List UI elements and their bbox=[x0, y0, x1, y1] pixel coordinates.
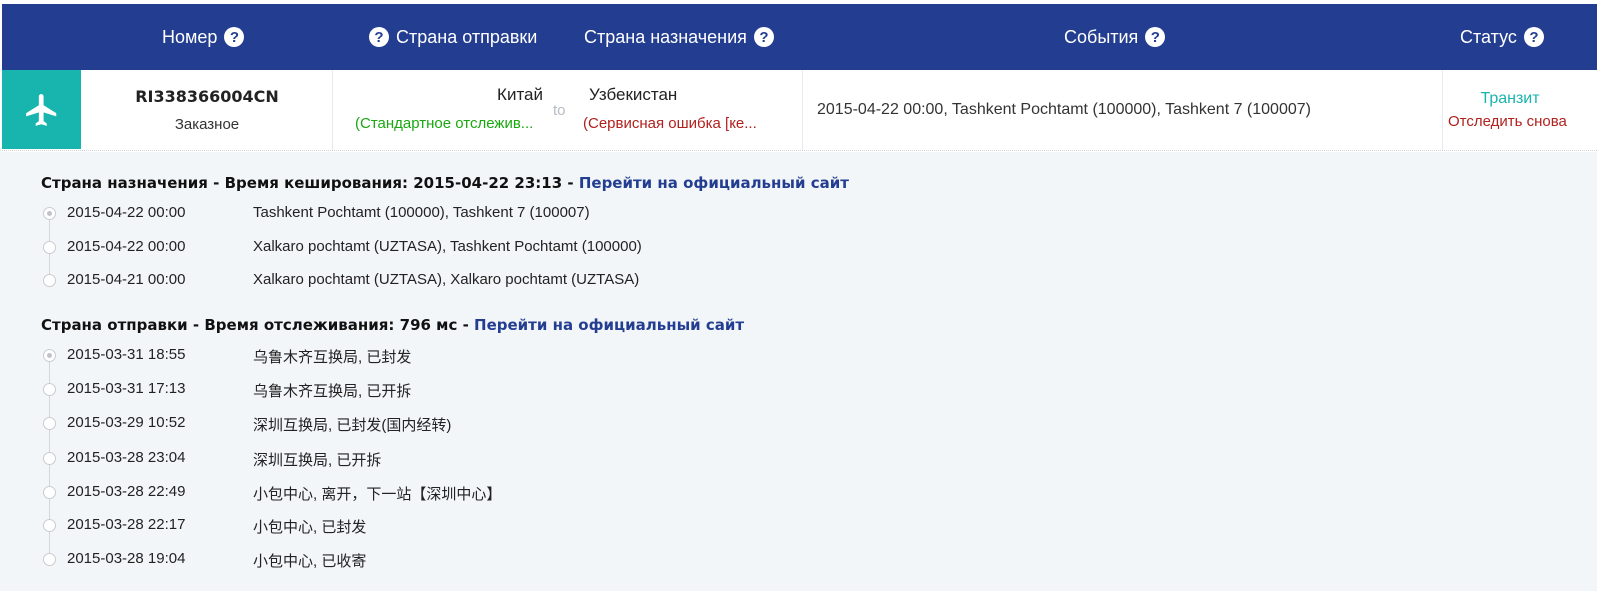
header-events: События ? bbox=[1064, 4, 1166, 70]
help-icon[interactable]: ? bbox=[224, 27, 245, 47]
header-origin-label: Страна отправки bbox=[396, 26, 538, 47]
official-site-link[interactable]: Перейти на официальный сайт bbox=[579, 174, 849, 192]
origin-section-title: Страна отправки - Время отслеживания: 79… bbox=[41, 316, 745, 334]
timeline-dot-icon bbox=[43, 486, 56, 499]
event-description: 乌鲁木齐互换局, 已封发 bbox=[253, 349, 412, 366]
destination-section-label: Страна назначения bbox=[41, 174, 208, 192]
retrack-link[interactable]: Отследить снова bbox=[1448, 113, 1567, 130]
table-header: Номер ? ? Страна отправки Страна назначе… bbox=[2, 4, 1597, 70]
origin-tracking-note[interactable]: (Стандартное отслежив... bbox=[355, 115, 533, 132]
header-status-label: Статус bbox=[1460, 26, 1517, 47]
status-badge: Транзит bbox=[1480, 90, 1540, 107]
header-number: Номер ? bbox=[162, 4, 245, 70]
timeline-dot-icon bbox=[43, 519, 56, 532]
tracking-number[interactable]: RI338366004CN bbox=[82, 87, 332, 106]
event-time: 2015-04-21 00:00 bbox=[67, 271, 186, 288]
header-events-label: События bbox=[1064, 26, 1139, 47]
timeline-dot-icon bbox=[43, 417, 56, 430]
event-description: 小包中心, 已收寄 bbox=[253, 553, 367, 570]
origin-section-label: Страна отправки bbox=[41, 316, 188, 334]
event-description: Xalkaro pochtamt (UZTASA), Tashkent Poch… bbox=[253, 238, 642, 255]
event-description: Tashkent Pochtamt (100000), Tashkent 7 (… bbox=[253, 204, 590, 221]
header-destination: Страна назначения ? bbox=[584, 4, 774, 70]
timeline-dot-icon bbox=[43, 452, 56, 465]
event-description: 深圳互换局, 已开拆 bbox=[253, 452, 382, 469]
destination-country: Узбекистан bbox=[589, 85, 678, 104]
help-icon[interactable]: ? bbox=[1145, 27, 1166, 47]
timeline-dot-icon bbox=[43, 207, 56, 220]
event-time: 2015-04-22 00:00 bbox=[67, 204, 186, 221]
event-description: 乌鲁木齐互换局, 已开拆 bbox=[253, 383, 412, 400]
help-icon[interactable]: ? bbox=[1523, 27, 1544, 47]
parcel-type: Заказное bbox=[174, 116, 240, 133]
destination-section-title: Страна назначения - Время кеширования: 2… bbox=[41, 174, 849, 192]
event-description: Xalkaro pochtamt (UZTASA), Xalkaro pocht… bbox=[253, 271, 640, 288]
header-origin: ? Страна отправки bbox=[369, 4, 537, 70]
header-status: Статус ? bbox=[1460, 4, 1544, 70]
event-description: 深圳互换局, 已封发(国内经转) bbox=[253, 417, 452, 434]
timeline-dot-icon bbox=[43, 349, 56, 362]
event-description: 小包中心, 离开，下一站【深圳中心】 bbox=[253, 486, 502, 503]
latest-event: 2015-04-22 00:00, Tashkent Pochtamt (100… bbox=[817, 101, 1311, 118]
header-number-label: Номер bbox=[162, 26, 218, 47]
destination-cell: Узбекистан (Сервисная ошибка [ке... bbox=[580, 70, 802, 150]
timeline-dot-icon bbox=[43, 241, 56, 254]
event-time: 2015-04-22 00:00 bbox=[67, 238, 186, 255]
tracking-cell: RI338366004CN Заказное bbox=[82, 70, 332, 150]
event-description: 小包中心, 已封发 bbox=[253, 519, 367, 536]
header-destination-label: Страна назначения bbox=[584, 26, 747, 47]
origin-country: Китай bbox=[497, 85, 543, 104]
parcel-row[interactable]: RI338366004CN Заказное Китай (Стандартно… bbox=[0, 70, 1597, 151]
cache-time: Время кеширования: 2015-04-22 23:13 bbox=[224, 174, 563, 192]
timeline-dot-icon bbox=[43, 383, 56, 396]
timeline-dot-icon bbox=[43, 274, 56, 287]
tracking-time: Время отслеживания: 796 мс bbox=[204, 316, 458, 334]
help-icon[interactable]: ? bbox=[753, 27, 774, 47]
timeline-dot-icon bbox=[43, 553, 56, 566]
destination-tracking-note[interactable]: (Сервисная ошибка [ке... bbox=[583, 115, 757, 132]
official-site-link[interactable]: Перейти на официальный сайт bbox=[474, 316, 744, 334]
airplane-icon bbox=[25, 93, 56, 126]
event-time: 2015-03-31 17:13 bbox=[67, 380, 186, 397]
event-time: 2015-03-28 19:04 bbox=[67, 550, 186, 567]
column-divider bbox=[802, 70, 803, 150]
event-time: 2015-03-28 23:04 bbox=[67, 449, 186, 466]
event-time: 2015-03-28 22:49 bbox=[67, 483, 186, 500]
help-icon[interactable]: ? bbox=[369, 27, 389, 47]
origin-cell: Китай (Стандартное отслежив... bbox=[333, 70, 548, 150]
event-time: 2015-03-28 22:17 bbox=[67, 516, 186, 533]
to-label: to bbox=[553, 102, 566, 119]
tracking-details: Страна назначения - Время кеширования: 2… bbox=[0, 152, 1597, 591]
carrier-type-badge bbox=[2, 70, 81, 149]
event-time: 2015-03-29 10:52 bbox=[67, 414, 186, 431]
status-cell: Транзит Отследить снова bbox=[1443, 70, 1597, 150]
event-time: 2015-03-31 18:55 bbox=[67, 346, 186, 363]
